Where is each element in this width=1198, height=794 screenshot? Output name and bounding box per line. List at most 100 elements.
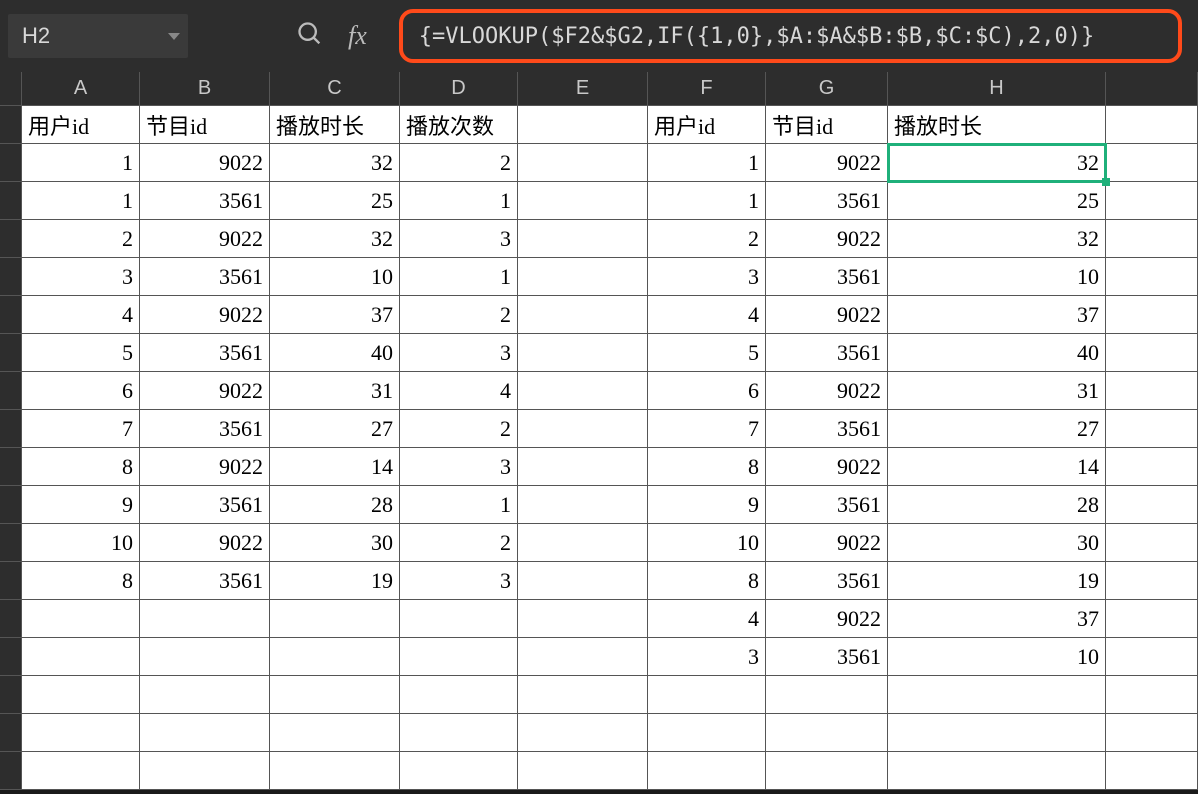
cell-A11[interactable]: 9 [22,486,140,524]
cell-A13[interactable]: 8 [22,562,140,600]
cell-D15[interactable] [400,638,518,676]
column-header-B[interactable]: B [140,72,270,106]
cell-C17[interactable] [270,714,400,752]
cell-C15[interactable] [270,638,400,676]
cell-A12[interactable]: 10 [22,524,140,562]
cell-A1[interactable]: 用户id [22,106,140,144]
cell-A16[interactable] [22,676,140,714]
cell-B8[interactable]: 9022 [140,372,270,410]
row-header-11[interactable] [0,486,22,524]
cell-B5[interactable]: 3561 [140,258,270,296]
cell-A6[interactable]: 4 [22,296,140,334]
cell-E18[interactable] [518,752,648,790]
column-header-F[interactable]: F [648,72,766,106]
cell-E11[interactable] [518,486,648,524]
cell-E12[interactable] [518,524,648,562]
cell-extra-1[interactable] [1106,106,1198,144]
cell-extra-5[interactable] [1106,258,1198,296]
cell-B13[interactable]: 3561 [140,562,270,600]
cell-E8[interactable] [518,372,648,410]
cell-D2[interactable]: 2 [400,144,518,182]
cell-F9[interactable]: 7 [648,410,766,448]
cell-E10[interactable] [518,448,648,486]
cell-E1[interactable] [518,106,648,144]
cell-A10[interactable]: 8 [22,448,140,486]
cell-F10[interactable]: 8 [648,448,766,486]
cell-D5[interactable]: 1 [400,258,518,296]
cell-F15[interactable]: 3 [648,638,766,676]
cell-B12[interactable]: 9022 [140,524,270,562]
cell-E5[interactable] [518,258,648,296]
cell-F6[interactable]: 4 [648,296,766,334]
cell-G10[interactable]: 9022 [766,448,888,486]
cell-H12[interactable]: 30 [888,524,1106,562]
cell-G13[interactable]: 3561 [766,562,888,600]
row-header-1[interactable] [0,106,22,144]
cell-extra-3[interactable] [1106,182,1198,220]
name-box[interactable]: H2 [8,14,188,58]
cell-F2[interactable]: 1 [648,144,766,182]
cell-E14[interactable] [518,600,648,638]
cell-F13[interactable]: 8 [648,562,766,600]
cell-H6[interactable]: 37 [888,296,1106,334]
cell-A15[interactable] [22,638,140,676]
cell-A3[interactable]: 1 [22,182,140,220]
cell-extra-8[interactable] [1106,372,1198,410]
cell-G14[interactable]: 9022 [766,600,888,638]
cell-extra-13[interactable] [1106,562,1198,600]
cell-B4[interactable]: 9022 [140,220,270,258]
cell-extra-7[interactable] [1106,334,1198,372]
column-header-E[interactable]: E [518,72,648,106]
cell-F12[interactable]: 10 [648,524,766,562]
cell-G2[interactable]: 9022 [766,144,888,182]
row-header-6[interactable] [0,296,22,334]
cell-G17[interactable] [766,714,888,752]
cell-G5[interactable]: 3561 [766,258,888,296]
cell-C12[interactable]: 30 [270,524,400,562]
cell-G9[interactable]: 3561 [766,410,888,448]
cell-E13[interactable] [518,562,648,600]
cell-G6[interactable]: 9022 [766,296,888,334]
cell-D17[interactable] [400,714,518,752]
cell-A2[interactable]: 1 [22,144,140,182]
column-header-A[interactable]: A [22,72,140,106]
cell-D3[interactable]: 1 [400,182,518,220]
cell-G16[interactable] [766,676,888,714]
cell-E17[interactable] [518,714,648,752]
cell-H1[interactable]: 播放时长 [888,106,1106,144]
cell-G3[interactable]: 3561 [766,182,888,220]
cell-B6[interactable]: 9022 [140,296,270,334]
cell-H14[interactable]: 37 [888,600,1106,638]
column-header-D[interactable]: D [400,72,518,106]
fx-icon[interactable]: fx [348,21,367,51]
cell-E4[interactable] [518,220,648,258]
row-header-2[interactable] [0,144,22,182]
cell-C14[interactable] [270,600,400,638]
cell-A9[interactable]: 7 [22,410,140,448]
cell-C10[interactable]: 14 [270,448,400,486]
cell-extra-14[interactable] [1106,600,1198,638]
cell-C9[interactable]: 27 [270,410,400,448]
cell-G15[interactable]: 3561 [766,638,888,676]
cell-extra-18[interactable] [1106,752,1198,790]
cell-C2[interactable]: 32 [270,144,400,182]
cell-D12[interactable]: 2 [400,524,518,562]
cell-E7[interactable] [518,334,648,372]
cell-H9[interactable]: 27 [888,410,1106,448]
cell-D10[interactable]: 3 [400,448,518,486]
row-header-7[interactable] [0,334,22,372]
row-header-12[interactable] [0,524,22,562]
cell-C5[interactable]: 10 [270,258,400,296]
cell-E16[interactable] [518,676,648,714]
cell-H8[interactable]: 31 [888,372,1106,410]
cell-B2[interactable]: 9022 [140,144,270,182]
cell-E2[interactable] [518,144,648,182]
row-header-9[interactable] [0,410,22,448]
cell-D16[interactable] [400,676,518,714]
cell-A18[interactable] [22,752,140,790]
cell-E15[interactable] [518,638,648,676]
cell-A8[interactable]: 6 [22,372,140,410]
cell-B17[interactable] [140,714,270,752]
cell-H7[interactable]: 40 [888,334,1106,372]
cell-D18[interactable] [400,752,518,790]
